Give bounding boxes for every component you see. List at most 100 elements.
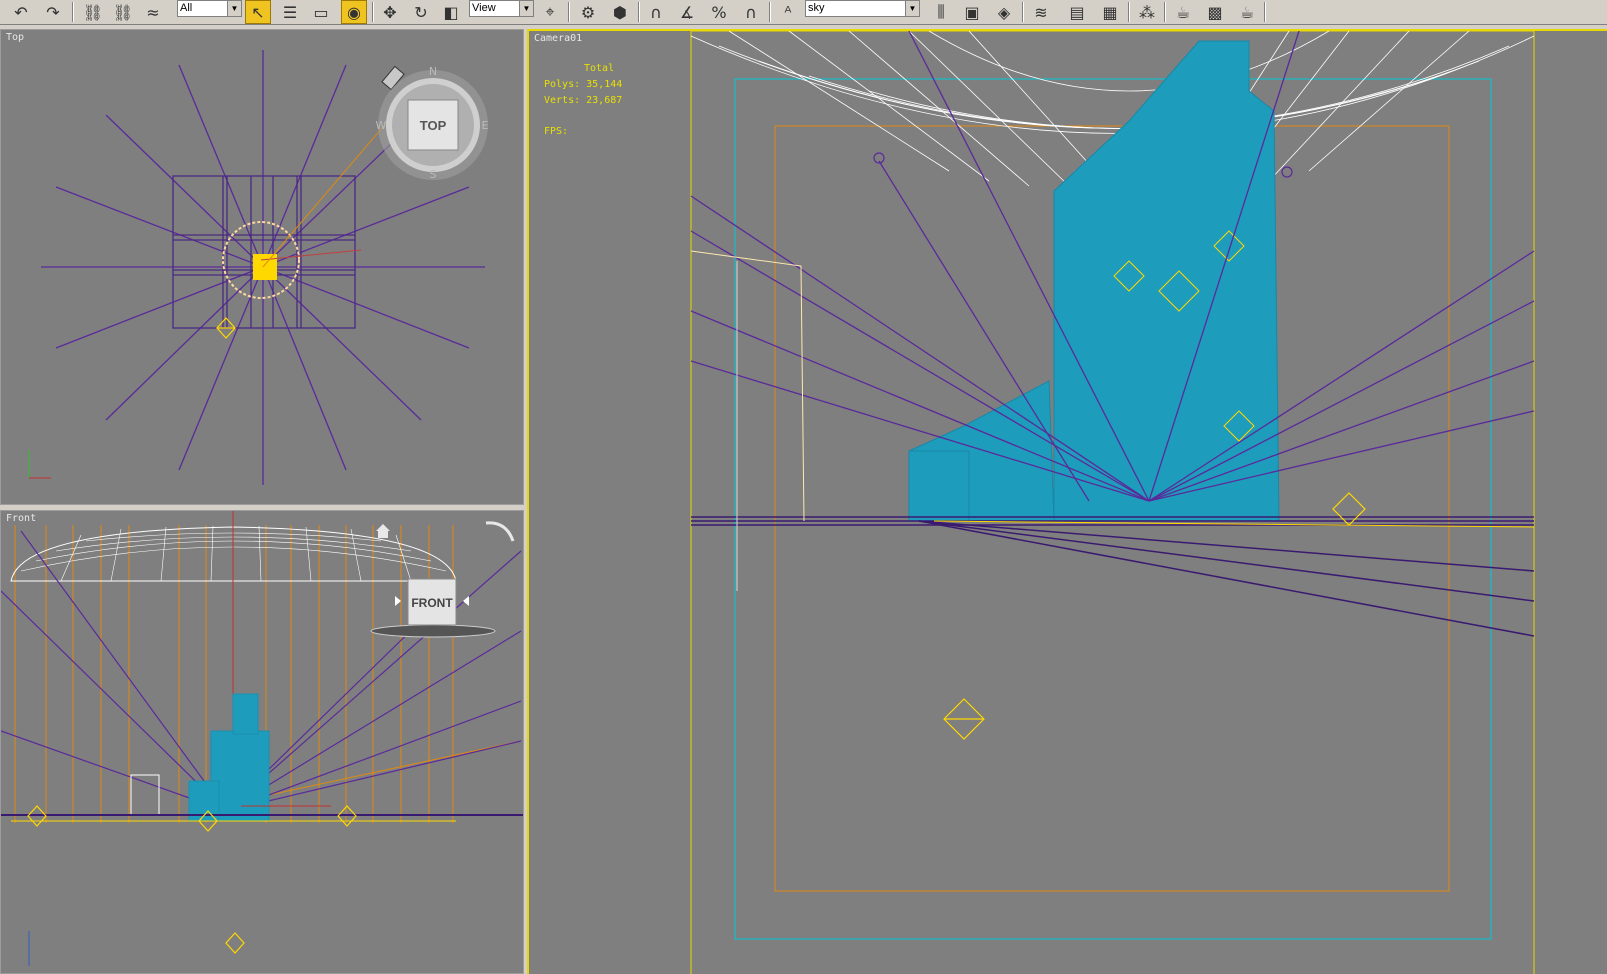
viewcube-front[interactable]: FRONT — [370, 578, 496, 638]
snap-toggle-button[interactable]: ∩ — [643, 0, 669, 24]
rectangular-selection-button[interactable]: ▭ — [308, 0, 334, 24]
toolbar-separator — [1164, 2, 1166, 22]
selected-object — [253, 254, 277, 280]
redo-icon: ↷ — [46, 2, 60, 22]
toolbar-separator — [72, 2, 74, 22]
rotate-icon: ↻ — [414, 2, 428, 22]
camera-viewport-scene — [690, 31, 1535, 974]
toolbar-separator — [568, 2, 570, 22]
select-and-link-button[interactable]: ⛓ — [80, 0, 106, 24]
light-marker-camera — [943, 492, 1366, 740]
curve-editor-button[interactable]: ▤ — [1064, 0, 1090, 24]
viewport-label-front[interactable]: Front — [6, 513, 36, 524]
chevron-down-icon: ▼ — [227, 1, 241, 16]
keyboard-shortcut-override-button[interactable]: ⬢ — [607, 0, 633, 24]
scale-icon: ◧ — [443, 2, 459, 22]
manipulate-icon: ⚙ — [580, 2, 596, 22]
undo-button[interactable]: ↶ — [8, 0, 34, 24]
teapot-icon: ☕ — [1239, 2, 1255, 22]
spinner-snap-button[interactable]: ∩ — [738, 0, 764, 24]
selection-filter-dropdown[interactable]: All ▼ — [177, 0, 242, 17]
main-toolbar: ↶ ↷ ⛓ ⛓ ≈ All ▼ ↖ ☰ ▭ ◉ ✥ ↻ ◧ View ▼ ⌖ ⚙… — [0, 0, 1607, 25]
link-icon: ⛓ — [82, 2, 104, 22]
unlink-selection-button[interactable]: ⛓ — [110, 0, 136, 24]
arrow-cursor-icon: ↖ — [251, 2, 265, 22]
toolbar-separator — [1022, 2, 1024, 22]
front-viewport[interactable]: FRONT Front — [0, 510, 524, 974]
select-by-name-button[interactable]: ☰ — [277, 0, 303, 24]
rendered-frame-window-button[interactable]: ▩ — [1202, 0, 1228, 24]
window-crossing-button[interactable]: ◉ — [341, 0, 367, 24]
move-icon: ✥ — [383, 2, 397, 22]
mirror-button[interactable]: ⫼ — [928, 0, 954, 24]
schematic-view-button[interactable]: ▦ — [1097, 0, 1123, 24]
top-viewport-scene: TOP N E S W — [28, 50, 489, 485]
quick-render-button[interactable]: ☕ — [1234, 0, 1260, 24]
stats-polys: Polys: 35,144 — [544, 79, 623, 90]
light-markers-front — [27, 805, 357, 954]
building-tower — [908, 40, 1280, 522]
render-setup-button[interactable]: ☕ — [1170, 0, 1196, 24]
curve-editor-icon: ▤ — [1069, 2, 1085, 22]
window-crossing-icon: ◉ — [347, 2, 361, 22]
camera-viewport[interactable]: Camera01 Total Polys: 35,144 Verts: 23,6… — [527, 29, 1607, 974]
redo-button[interactable]: ↷ — [40, 0, 66, 24]
align-button[interactable]: ▣ — [959, 0, 985, 24]
select-and-move-button[interactable]: ✥ — [377, 0, 403, 24]
percent-snap-icon: % — [711, 2, 727, 22]
cube-icon: ⬢ — [613, 2, 627, 22]
compass-south: S — [430, 168, 437, 181]
select-and-manipulate-button[interactable]: ⚙ — [575, 0, 601, 24]
select-object-button[interactable]: ↖ — [245, 0, 271, 24]
layer-manager-button[interactable]: ≋ — [1028, 0, 1054, 24]
toolbar-separator — [372, 2, 374, 22]
viewport-label-top[interactable]: Top — [6, 32, 24, 43]
viewport-label-camera[interactable]: Camera01 — [534, 33, 582, 44]
home-icon[interactable] — [376, 524, 390, 538]
angle-snap-icon: ∡ — [679, 2, 695, 22]
front-viewport-scene: FRONT — [1, 511, 523, 966]
named-selection-value: sky — [808, 2, 825, 14]
toolbar-separator — [1128, 2, 1130, 22]
rectangle-selection-icon: ▭ — [313, 2, 329, 22]
viewcube-top-label: TOP — [420, 118, 447, 133]
compass-west: W — [376, 119, 387, 132]
angle-snap-button[interactable]: ∡ — [674, 0, 700, 24]
toolbar-separator — [769, 2, 771, 22]
layers-icon: ≋ — [1034, 2, 1048, 22]
toolbar-separator — [638, 2, 640, 22]
orbit-arrow-icon — [485, 521, 515, 542]
stats-verts: Verts: 23,687 — [544, 95, 623, 106]
select-and-rotate-button[interactable]: ↻ — [408, 0, 434, 24]
chevron-down-icon: ▼ — [905, 1, 919, 16]
spinner-snap-icon: ∩ — [745, 2, 757, 22]
quick-align-icon: ◈ — [997, 2, 1011, 22]
bind-to-space-warp-button[interactable]: ≈ — [140, 0, 166, 24]
select-and-scale-button[interactable]: ◧ — [438, 0, 464, 24]
viewcube-front-label: FRONT — [411, 596, 453, 610]
use-pivot-center-button[interactable]: ⌖ — [537, 0, 563, 24]
snap-magnet-icon: ∩ — [650, 2, 662, 22]
quick-align-button[interactable]: ◈ — [991, 0, 1017, 24]
edit-named-selection-button[interactable]: ᴬ — [775, 0, 801, 24]
light-outline-white — [690, 250, 805, 522]
chevron-down-icon: ▼ — [519, 1, 533, 16]
stats-total-label: Total — [584, 63, 615, 74]
pivot-center-icon: ⌖ — [545, 2, 555, 21]
percent-snap-button[interactable]: % — [706, 0, 732, 24]
selection-filter-value: All — [180, 2, 193, 14]
named-selection-dropdown[interactable]: sky ▼ — [805, 0, 920, 17]
mirror-icon: ⫼ — [937, 2, 945, 21]
material-editor-button[interactable]: ⁂ — [1134, 0, 1160, 24]
top-viewport[interactable]: TOP N E S W Top — [0, 29, 524, 505]
schematic-icon: ▦ — [1102, 2, 1118, 22]
axis-tripod — [28, 450, 51, 479]
building-front — [188, 693, 270, 822]
stats-fps: FPS: — [544, 126, 569, 137]
compass-east: E — [482, 119, 489, 132]
reference-coordinate-dropdown[interactable]: View ▼ — [469, 0, 534, 17]
toolbar-separator — [1264, 2, 1266, 22]
align-icon: ▣ — [964, 2, 980, 22]
named-selection-icon: ᴬ — [784, 2, 792, 22]
undo-icon: ↶ — [14, 2, 28, 22]
